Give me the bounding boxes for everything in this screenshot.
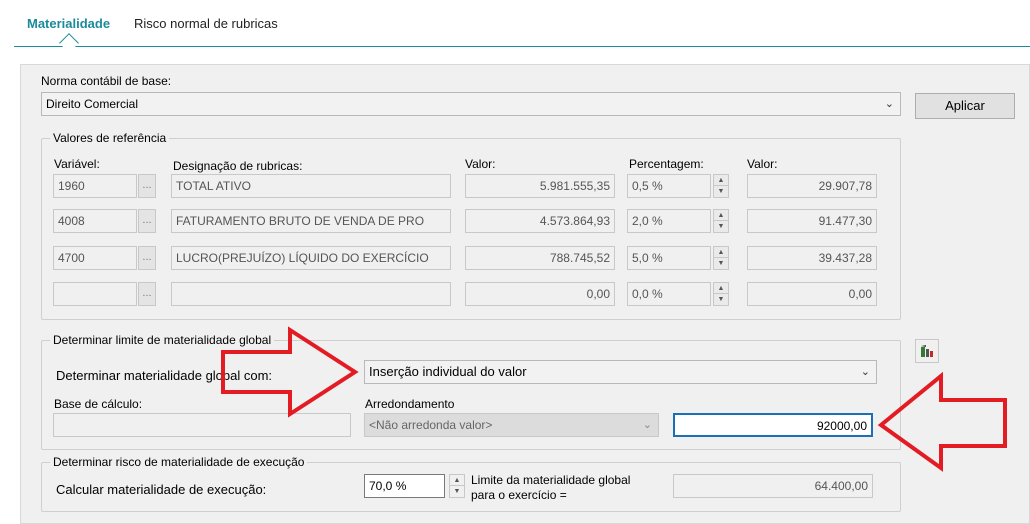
header-percentage: Percentagem: xyxy=(629,157,704,171)
header-result-value: Valor: xyxy=(747,157,778,171)
designation-field: LUCRO(PREJUÍZO) LÍQUIDO DO EXERCÍCIO xyxy=(171,246,451,270)
chevron-down-icon: ⌄ xyxy=(884,98,894,110)
result-value-field: 91.477,30 xyxy=(747,209,877,233)
chevron-down-icon: ⌄ xyxy=(860,366,870,378)
variable-field[interactable] xyxy=(53,282,137,306)
materiality-value-input[interactable]: 92000,00 xyxy=(673,413,873,437)
reference-values-title: Valores de referência xyxy=(50,131,170,145)
percentage-stepper[interactable]: ▲ ▼ xyxy=(713,209,729,233)
designation-field: TOTAL ATIVO xyxy=(171,174,451,198)
calculator-icon xyxy=(921,345,933,357)
tab-materialidade[interactable]: Materialidade xyxy=(27,16,110,31)
norma-label: Norma contábil de base: xyxy=(41,74,172,88)
rounding-value: <Não arredonda valor> xyxy=(369,418,493,432)
variable-field[interactable]: 4008 xyxy=(53,209,137,233)
execution-percent-input[interactable]: 70,0 % xyxy=(364,474,445,498)
calculator-button[interactable] xyxy=(915,339,939,363)
rounding-select[interactable]: <Não arredonda valor> ⌄ xyxy=(364,413,659,437)
percentage-stepper[interactable]: ▲ ▼ xyxy=(713,282,729,306)
percentage-stepper[interactable]: ▲ ▼ xyxy=(713,246,729,270)
designation-field: FATURAMENTO BRUTO DE VENDA DE PRO xyxy=(171,209,451,233)
variable-browse-button[interactable]: ... xyxy=(138,209,156,233)
base-label: Base de cálculo: xyxy=(54,397,143,411)
header-designation: Designação de rubricas: xyxy=(173,159,303,173)
norma-value: Direito Comercial xyxy=(46,97,139,111)
annotation-arrow-right-icon xyxy=(221,326,359,418)
result-value-field: 39.437,28 xyxy=(747,246,877,270)
tab-risco-normal[interactable]: Risco normal de rubricas xyxy=(134,16,278,31)
execution-percent-stepper[interactable]: ▲ ▼ xyxy=(449,474,465,498)
value-field: 788.745,52 xyxy=(465,246,615,270)
variable-browse-button[interactable]: ... xyxy=(138,246,156,270)
percentage-field[interactable]: 2,0 % xyxy=(627,209,711,233)
result-value-field: 0,00 xyxy=(747,282,877,306)
method-value: Inserção individual do valor xyxy=(369,364,527,379)
value-field: 0,00 xyxy=(465,282,615,306)
percentage-field[interactable]: 0,5 % xyxy=(627,174,711,198)
percentage-field[interactable]: 0,0 % xyxy=(627,282,711,306)
percentage-field[interactable]: 5,0 % xyxy=(627,246,711,270)
header-variable: Variável: xyxy=(54,157,100,171)
tab-underline xyxy=(14,46,1030,47)
annotation-arrow-left-icon xyxy=(877,371,1007,472)
apply-button[interactable]: Aplicar xyxy=(915,93,1015,119)
value-field: 5.981.555,35 xyxy=(465,174,615,198)
method-select[interactable]: Inserção individual do valor ⌄ xyxy=(364,360,877,384)
execution-calc-label: Calcular materialidade de execução: xyxy=(56,482,267,497)
percentage-stepper[interactable]: ▲ ▼ xyxy=(713,174,729,198)
limit-label: Limite da materialidade global para o ex… xyxy=(471,473,630,503)
chevron-down-icon: ⌄ xyxy=(642,419,652,431)
header-value: Valor: xyxy=(465,157,496,171)
limit-label-line2: para o exercício = xyxy=(471,488,567,502)
variable-browse-button[interactable]: ... xyxy=(138,174,156,198)
value-field: 4.573.864,93 xyxy=(465,209,615,233)
rounding-label: Arredondamento xyxy=(365,397,455,411)
variable-field[interactable]: 1960 xyxy=(53,174,137,198)
variable-browse-button[interactable]: ... xyxy=(138,282,156,306)
limit-label-line1: Limite da materialidade global xyxy=(471,473,631,487)
norma-select[interactable]: Direito Comercial ⌄ xyxy=(41,92,901,116)
limit-value-field: 64.400,00 xyxy=(673,474,873,498)
execution-title: Determinar risco de materialidade de exe… xyxy=(50,455,308,469)
designation-field xyxy=(171,282,451,306)
result-value-field: 29.907,78 xyxy=(747,174,877,198)
variable-field[interactable]: 4700 xyxy=(53,246,137,270)
